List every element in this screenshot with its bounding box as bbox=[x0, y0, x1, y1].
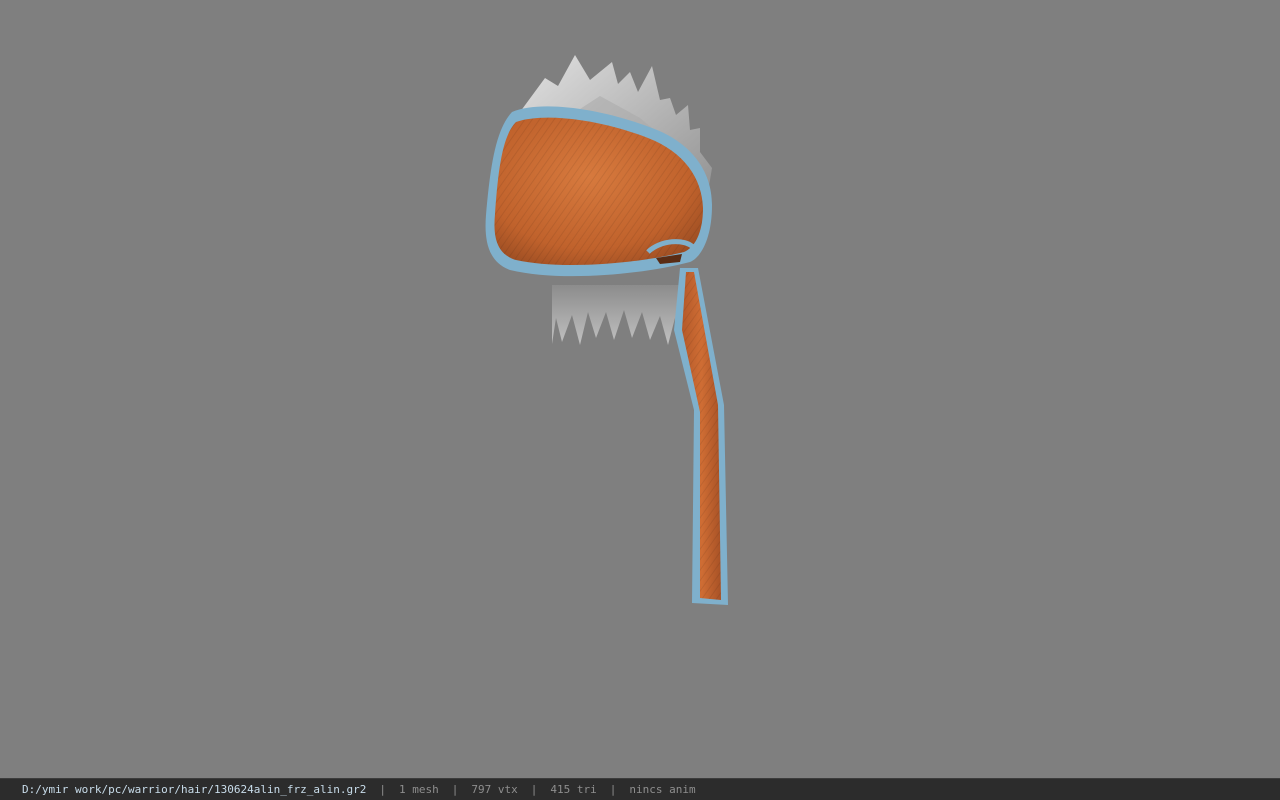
3d-viewport[interactable] bbox=[0, 0, 1280, 778]
file-path: D:/ymir work/pc/warrior/hair/130624alin_… bbox=[22, 783, 367, 796]
animation-status: nincs anim bbox=[629, 783, 696, 796]
back-hair-spikes bbox=[552, 285, 690, 352]
strap bbox=[674, 268, 728, 605]
separator: | bbox=[379, 783, 386, 796]
mesh-count: 1 mesh bbox=[399, 783, 439, 796]
separator: | bbox=[609, 783, 617, 796]
status-bar: D:/ymir work/pc/warrior/hair/130624alin_… bbox=[0, 778, 1280, 800]
separator: | bbox=[530, 783, 538, 796]
separator: | bbox=[451, 783, 459, 796]
hair-model bbox=[485, 55, 728, 605]
triangle-count: 415 tri bbox=[550, 783, 597, 796]
vertex-count: 797 vtx bbox=[471, 783, 518, 796]
